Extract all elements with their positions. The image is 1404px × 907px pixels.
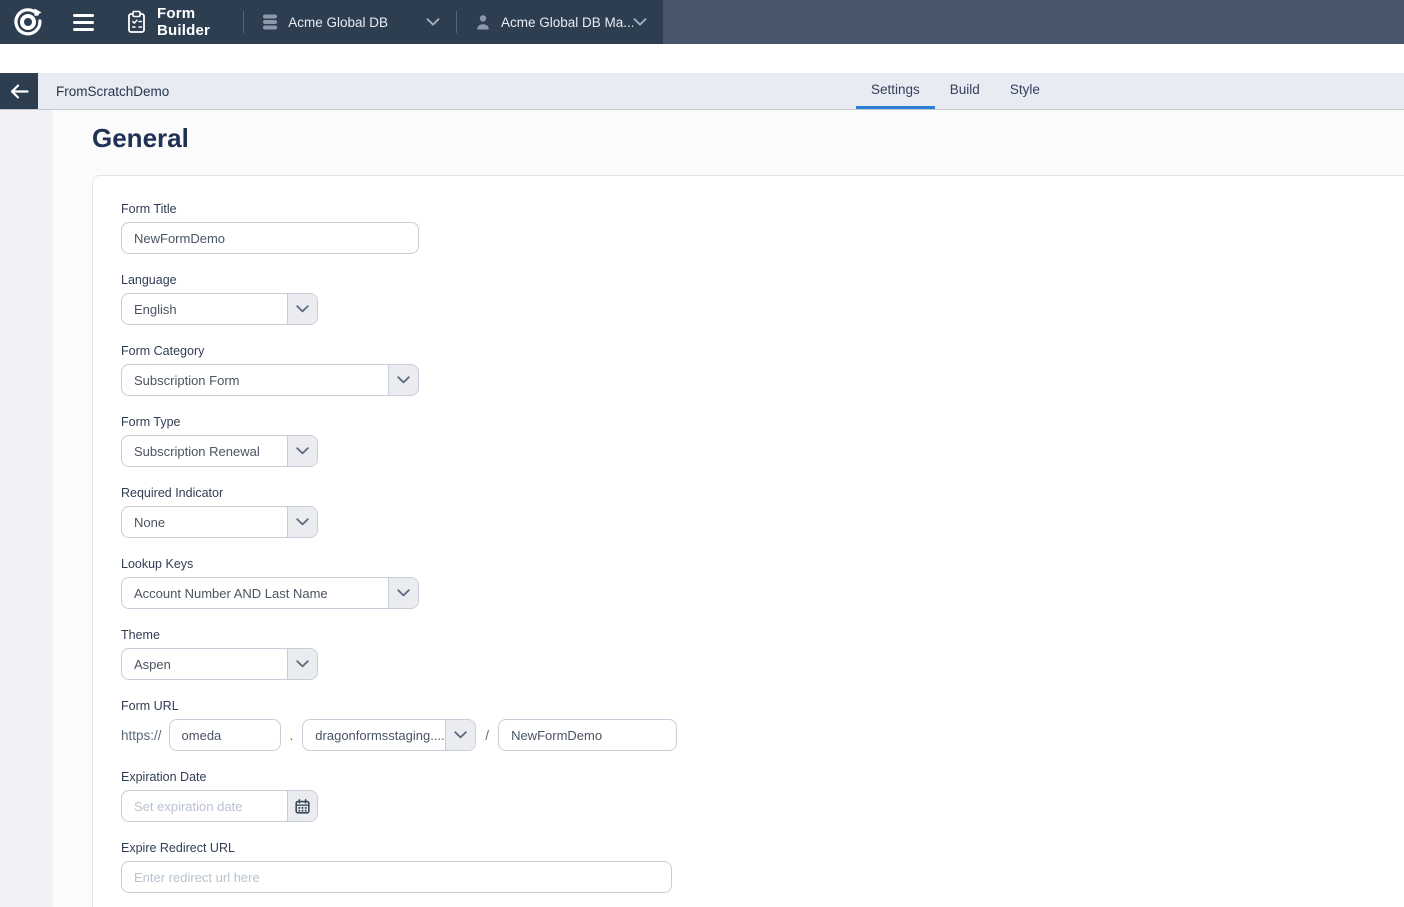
lookup-keys-label: Lookup Keys xyxy=(121,557,1404,571)
chevron-down-icon xyxy=(388,365,418,395)
theme-label: Theme xyxy=(121,628,1404,642)
user-selector[interactable]: Acme Global DB Ma... xyxy=(457,14,663,30)
clipboard-form-icon xyxy=(126,10,147,34)
field-form-url: Form URL https:// . dragonformsstaging..… xyxy=(121,699,1404,751)
chevron-down-icon xyxy=(633,18,647,26)
expire-redirect-url-input[interactable] xyxy=(121,861,672,893)
field-form-title: Form Title xyxy=(121,202,1404,254)
language-select-value: English xyxy=(122,294,287,324)
expiration-date-input[interactable] xyxy=(122,791,287,821)
lookup-keys-select[interactable]: Account Number AND Last Name xyxy=(121,577,419,609)
field-required-indicator: Required Indicator None xyxy=(121,486,1404,538)
navbar-spacer xyxy=(663,0,1404,44)
url-slash-separator: / xyxy=(485,728,489,743)
field-form-category: Form Category Subscription Form xyxy=(121,344,1404,396)
field-language: Language English xyxy=(121,273,1404,325)
header-tabs: Settings Build Style xyxy=(856,73,1055,109)
language-label: Language xyxy=(121,273,1404,287)
theme-select[interactable]: Aspen xyxy=(121,648,318,680)
form-type-select-value: Subscription Renewal xyxy=(122,436,287,466)
theme-select-value: Aspen xyxy=(122,649,287,679)
module-label: Form Builder xyxy=(157,5,225,39)
chevron-down-icon xyxy=(287,436,317,466)
arrow-left-icon xyxy=(10,84,29,99)
required-indicator-select[interactable]: None xyxy=(121,506,318,538)
form-url-row: https:// . dragonformsstaging.... / xyxy=(121,719,1404,751)
section-heading: General xyxy=(92,123,1404,154)
language-select[interactable]: English xyxy=(121,293,318,325)
field-theme: Theme Aspen xyxy=(121,628,1404,680)
form-type-select[interactable]: Subscription Renewal xyxy=(121,435,318,467)
chevron-down-icon xyxy=(426,18,440,26)
url-protocol: https:// xyxy=(121,728,162,743)
chevron-down-icon xyxy=(388,578,418,608)
form-url-label: Form URL xyxy=(121,699,1404,713)
omeda-logo-icon[interactable] xyxy=(13,7,43,37)
field-lookup-keys: Lookup Keys Account Number AND Last Name xyxy=(121,557,1404,609)
required-indicator-label: Required Indicator xyxy=(121,486,1404,500)
expire-redirect-url-label: Expire Redirect URL xyxy=(121,841,1404,855)
url-domain-select-value: dragonformsstaging.... xyxy=(303,720,445,750)
page-title: FromScratchDemo xyxy=(56,84,169,99)
field-form-type: Form Type Subscription Renewal xyxy=(121,415,1404,467)
main-region: General Form Title Language English Form… xyxy=(0,110,1404,907)
chevron-down-icon xyxy=(287,507,317,537)
form-category-label: Form Category xyxy=(121,344,1404,358)
person-icon xyxy=(475,14,491,30)
navbar-active-section: Form Builder Acme Global DB xyxy=(0,0,663,44)
url-subdomain-input[interactable] xyxy=(169,719,281,751)
top-navbar: Form Builder Acme Global DB xyxy=(0,0,1404,44)
left-side-strip xyxy=(0,110,53,907)
form-type-label: Form Type xyxy=(121,415,1404,429)
url-domain-select[interactable]: dragonformsstaging.... xyxy=(302,719,476,751)
chevron-down-icon xyxy=(287,649,317,679)
expiration-date-label: Expiration Date xyxy=(121,770,1404,784)
top-gap xyxy=(0,44,1404,73)
url-dot-separator: . xyxy=(290,728,294,743)
lookup-keys-select-value: Account Number AND Last Name xyxy=(122,578,388,608)
form-category-select[interactable]: Subscription Form xyxy=(121,364,419,396)
expiration-date-group xyxy=(121,790,318,822)
hamburger-menu-icon[interactable] xyxy=(69,10,98,35)
form-title-label: Form Title xyxy=(121,202,1404,216)
form-title-input[interactable] xyxy=(121,222,419,254)
tab-build[interactable]: Build xyxy=(935,73,995,109)
content-area: General Form Title Language English Form… xyxy=(53,110,1404,907)
user-selector-value: Acme Global DB Ma... xyxy=(501,15,633,30)
required-indicator-select-value: None xyxy=(122,507,287,537)
back-button[interactable] xyxy=(0,73,38,109)
database-selector[interactable]: Acme Global DB xyxy=(244,14,456,30)
general-settings-card: Form Title Language English Form Categor… xyxy=(92,175,1404,907)
field-expire-redirect-url: Expire Redirect URL xyxy=(121,841,1404,893)
calendar-icon[interactable] xyxy=(287,791,317,821)
form-category-select-value: Subscription Form xyxy=(122,365,388,395)
database-selector-value: Acme Global DB xyxy=(288,15,426,30)
tab-settings[interactable]: Settings xyxy=(856,73,935,109)
database-icon xyxy=(262,14,278,30)
field-expiration-date: Expiration Date xyxy=(121,770,1404,822)
module-switcher[interactable]: Form Builder xyxy=(126,5,225,39)
url-path-input[interactable] xyxy=(498,719,677,751)
form-header-bar: FromScratchDemo Settings Build Style xyxy=(0,73,1404,110)
chevron-down-icon xyxy=(287,294,317,324)
chevron-down-icon xyxy=(445,720,475,750)
tab-style[interactable]: Style xyxy=(995,73,1055,109)
